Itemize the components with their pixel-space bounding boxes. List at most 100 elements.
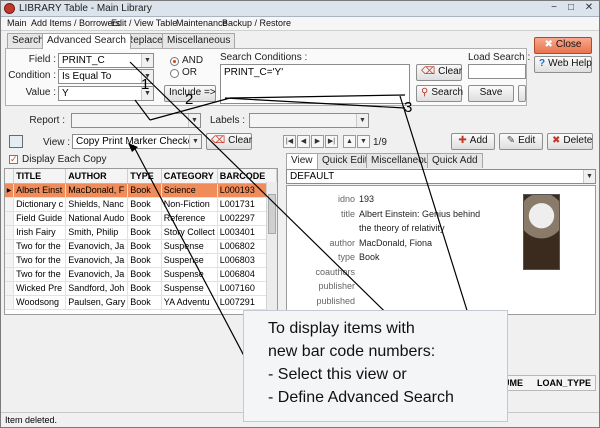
table-row[interactable]: Two for the Evanovich, Ja Book Suspense L006… bbox=[5, 239, 277, 254]
maximize-button[interactable]: □ bbox=[563, 2, 579, 15]
marker-3: 3 bbox=[404, 99, 413, 116]
condition-select-value: Is Equal To bbox=[62, 71, 112, 82]
save-search-button[interactable]: Save bbox=[468, 85, 514, 102]
callout-line: - Select this view or bbox=[268, 366, 407, 383]
table-cell: YA Adventu bbox=[161, 295, 218, 310]
table-row[interactable]: Irish Fairy Smith, Philip Book Story Collec… bbox=[5, 225, 277, 240]
title-bar: LIBRARY Table - Main Library − □ ✕ bbox=[1, 1, 599, 17]
column-header-loan-type[interactable]: LOAN_TYPE bbox=[537, 378, 591, 388]
labels-select[interactable]: ▼ bbox=[249, 113, 369, 128]
table-cell: Evanovich, Ja bbox=[65, 253, 129, 268]
menu-maintenance[interactable]: Maintenance bbox=[176, 18, 228, 28]
column-header-title[interactable]: TITLE bbox=[13, 169, 67, 184]
table-cell: Wicked Pre bbox=[13, 281, 67, 296]
delete-button[interactable]: ✖ Delete bbox=[547, 133, 593, 150]
window-close-button[interactable]: ✕ bbox=[581, 2, 597, 15]
view-clear-button[interactable]: ⌫ Clear bbox=[206, 133, 252, 150]
menu-edit-view[interactable]: Edit / View Table bbox=[111, 18, 177, 28]
load-search-select[interactable] bbox=[468, 64, 526, 79]
value-input[interactable]: Y ▼ bbox=[58, 86, 154, 101]
web-help-button[interactable]: ? Web Help bbox=[534, 56, 592, 73]
field-select[interactable]: PRINT_C ▼ bbox=[58, 53, 154, 68]
column-header-barcode[interactable]: BARCODE bbox=[217, 169, 277, 184]
and-radio[interactable] bbox=[170, 57, 179, 66]
marker-2: 2 bbox=[185, 91, 194, 108]
next-record-icon[interactable]: ▶ bbox=[311, 135, 324, 148]
status-text: Item deleted. bbox=[5, 415, 58, 425]
more-button[interactable] bbox=[518, 85, 526, 102]
last-record-icon[interactable]: ▶| bbox=[325, 135, 338, 148]
tab-quick-add[interactable]: Quick Add bbox=[427, 153, 483, 168]
row-indicator: ▶ bbox=[5, 183, 15, 198]
view-clear-label: Clear bbox=[228, 135, 253, 146]
table-cell: Suspense bbox=[161, 253, 218, 268]
row-indicator bbox=[5, 253, 15, 268]
menu-add-items[interactable]: Add Items / Borrowers bbox=[31, 18, 120, 28]
display-each-copy-checkbox[interactable] bbox=[9, 154, 18, 165]
delete-button-label: Delete bbox=[563, 135, 593, 146]
search-button-label: Search bbox=[431, 87, 464, 98]
or-radio[interactable] bbox=[170, 69, 179, 78]
callout-line: new bar code numbers: bbox=[268, 343, 436, 360]
report-select[interactable]: ▼ bbox=[71, 113, 201, 128]
menu-bar: Main Add Items / Borrowers Edit / View T… bbox=[1, 17, 599, 31]
table-row[interactable]: Wicked Pre Sandford, Joh Book Suspense L0071… bbox=[5, 281, 277, 296]
detail-field-key: idno bbox=[337, 194, 355, 204]
table-row[interactable]: Two for the Evanovich, Ja Book Suspense L006… bbox=[5, 267, 277, 282]
edit-icon: ✎ bbox=[506, 135, 516, 146]
condition-label: Condition : bbox=[8, 70, 56, 81]
grid-scrollbar[interactable] bbox=[266, 182, 277, 314]
tab-miscellaneous[interactable]: Miscellaneous bbox=[162, 33, 236, 48]
edit-button-label: Edit bbox=[518, 135, 536, 146]
search-button[interactable]: ⚲ Search bbox=[416, 85, 464, 102]
detail-view-select[interactable]: DEFAULT ▼ bbox=[286, 169, 596, 184]
close-button[interactable]: ✖ Close bbox=[534, 37, 592, 54]
minimize-button[interactable]: − bbox=[546, 2, 562, 15]
add-button[interactable]: ✚ Add bbox=[451, 133, 495, 150]
menu-backup-restore[interactable]: Backup / Restore bbox=[222, 18, 291, 28]
edit-button[interactable]: ✎ Edit bbox=[499, 133, 543, 150]
table-cell: Dictionary c bbox=[13, 197, 67, 212]
tab-quick-edit[interactable]: Quick Edit bbox=[317, 153, 373, 168]
detail-field-value: Book bbox=[359, 252, 380, 262]
record-counter: 1/9 bbox=[373, 137, 387, 148]
column-header-author[interactable]: AUTHOR bbox=[65, 169, 129, 184]
view-select-value: Copy Print Marker Checked bbox=[76, 136, 199, 147]
view-select[interactable]: Copy Print Marker Checked ▼ bbox=[72, 134, 202, 149]
table-row[interactable]: ▶ Albert Einst MacDonald, F Book Science L000… bbox=[5, 183, 277, 198]
table-row[interactable]: Field Guide National Audo Book Reference L00… bbox=[5, 211, 277, 226]
first-record-icon[interactable]: |◀ bbox=[283, 135, 296, 148]
detail-field-value: the theory of relativity bbox=[359, 223, 445, 233]
move-down-icon[interactable]: ▼ bbox=[357, 135, 370, 148]
add-button-label: Add bbox=[469, 135, 488, 146]
table-cell: National Audo bbox=[65, 211, 129, 226]
tab-advanced-search[interactable]: Advanced Search bbox=[42, 33, 131, 49]
search-conditions-box[interactable]: PRINT_C='Y' bbox=[220, 64, 410, 104]
advanced-search-panel: Field : PRINT_C ▼ Condition : Is Equal T… bbox=[5, 48, 530, 106]
labels-label: Labels : bbox=[210, 115, 246, 126]
move-up-icon[interactable]: ▲ bbox=[343, 135, 356, 148]
search-icon: ⚲ bbox=[421, 87, 429, 98]
table-cell: Non-Fiction bbox=[161, 197, 218, 212]
condition-select[interactable]: Is Equal To ▼ bbox=[58, 69, 154, 84]
table-cell: Smith, Philip bbox=[65, 225, 129, 240]
grid-scrollbar-thumb[interactable] bbox=[268, 194, 276, 234]
table-cell: Book bbox=[127, 253, 162, 268]
table-cell: Irish Fairy bbox=[13, 225, 67, 240]
column-header-category[interactable]: CATEGORY bbox=[161, 169, 218, 184]
table-cell: Story Collect bbox=[161, 225, 218, 240]
detail-field-key: title bbox=[340, 208, 355, 219]
conditions-clear-button[interactable]: ⌫ Clear bbox=[416, 64, 462, 81]
table-cell: Suspense bbox=[161, 267, 218, 282]
table-row[interactable]: Dictionary c Shields, Nanc Book Non-Fiction… bbox=[5, 197, 277, 212]
table-icon[interactable] bbox=[9, 135, 23, 148]
table-row[interactable]: Woodsong Paulsen, Gary Book YA Adventu L0072… bbox=[5, 295, 277, 310]
table-cell: Suspense bbox=[161, 239, 218, 254]
table-cell: Book bbox=[127, 211, 162, 226]
prev-record-icon[interactable]: ◀ bbox=[297, 135, 310, 148]
column-header-type[interactable]: TYPE bbox=[127, 169, 162, 184]
tab-view[interactable]: View bbox=[286, 153, 318, 169]
menu-main[interactable]: Main bbox=[7, 18, 27, 28]
table-row[interactable]: Two for the Evanovich, Ja Book Suspense L006… bbox=[5, 253, 277, 268]
detail-field-key: publisher bbox=[318, 281, 355, 291]
